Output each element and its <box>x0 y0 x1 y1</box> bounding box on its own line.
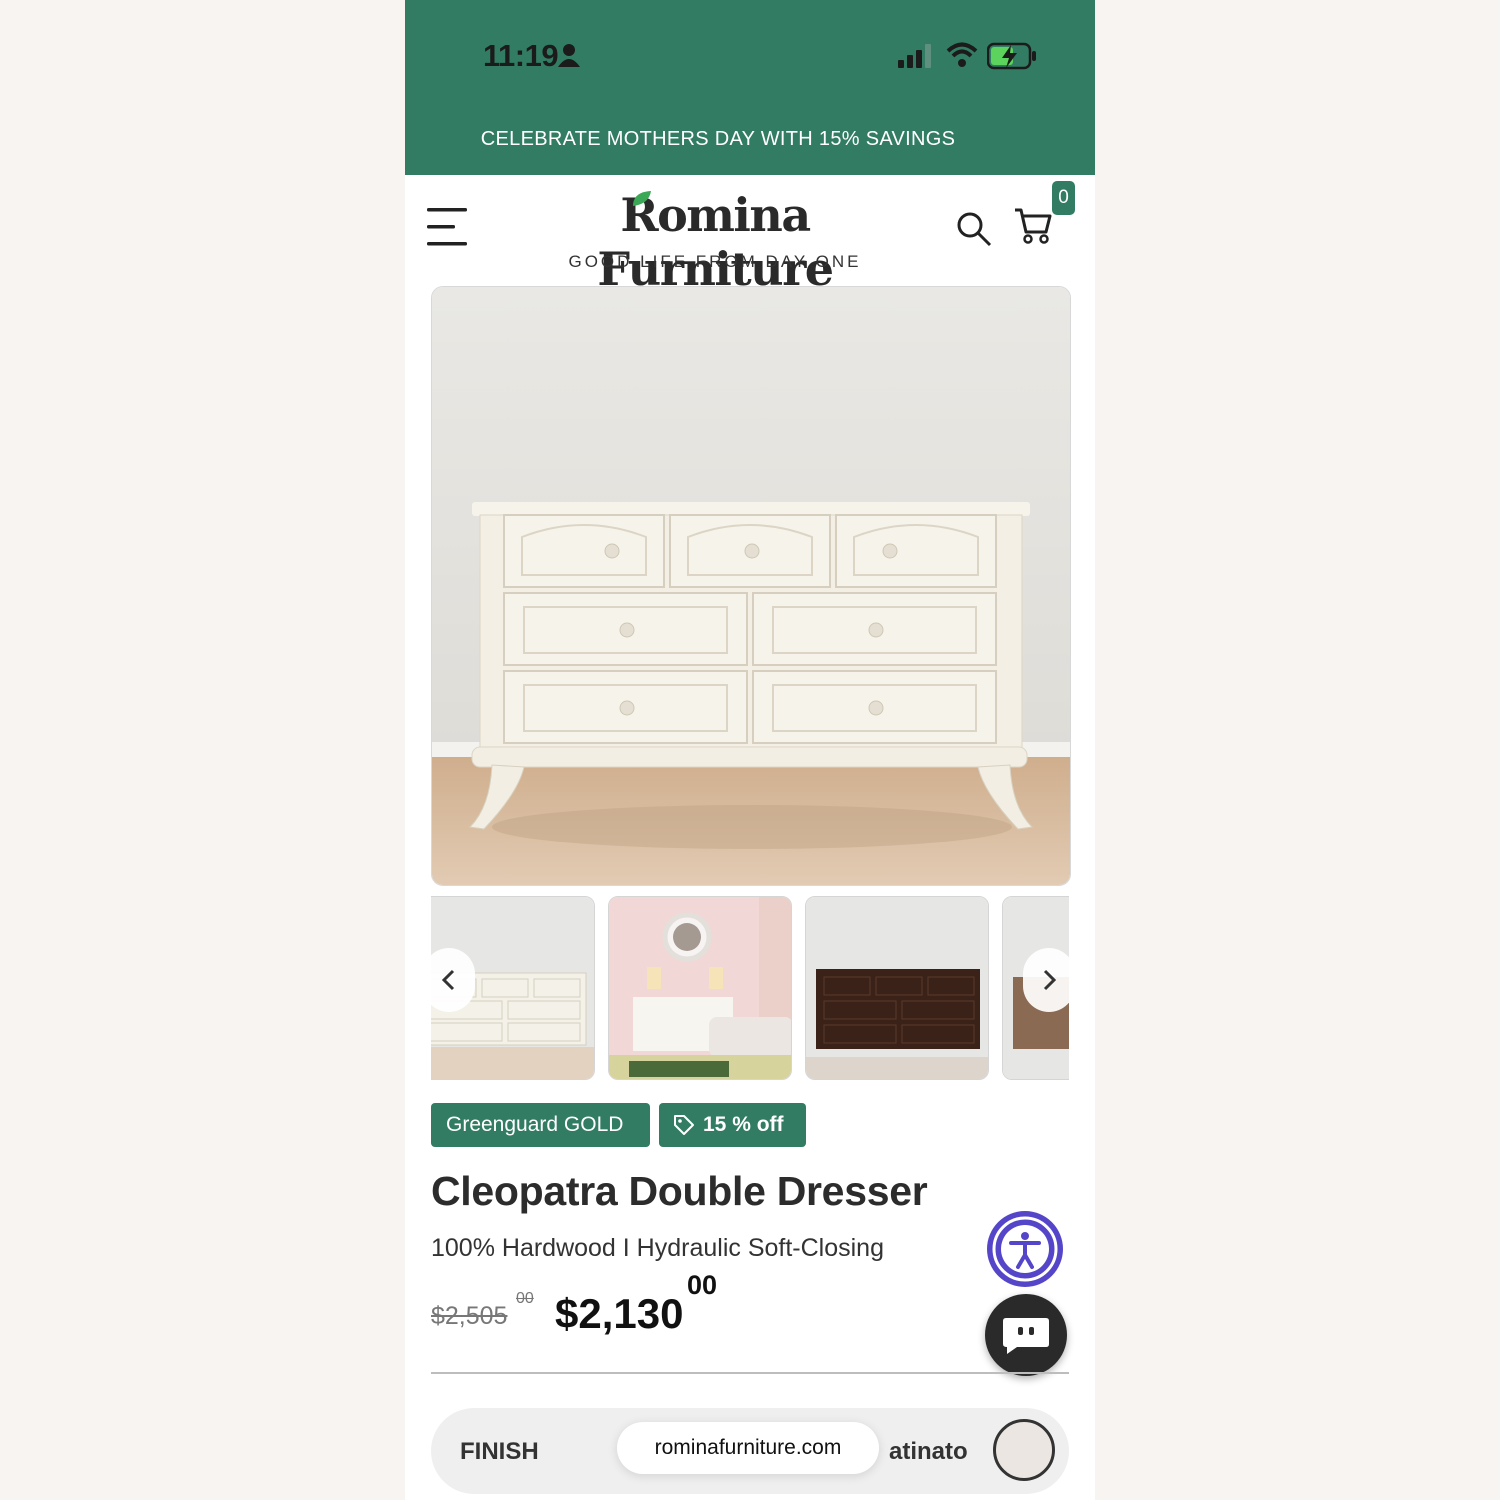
original-price: $2,505 <box>431 1302 508 1330</box>
thumbnail-strip <box>431 896 1069 1082</box>
chat-button[interactable] <box>985 1294 1067 1376</box>
thumbnail-2[interactable] <box>608 896 792 1080</box>
main-product-image[interactable] <box>431 286 1071 886</box>
discount-text: 15 % off <box>703 1113 784 1136</box>
thumbnail-3-image <box>806 897 988 1079</box>
status-time: 11:19 <box>483 38 559 73</box>
battery-icon <box>987 42 1036 70</box>
product-title: Cleopatra Double Dresser <box>431 1168 928 1214</box>
chevron-right-icon <box>1043 969 1057 991</box>
wifi-icon <box>946 42 978 67</box>
tag-icon <box>674 1115 694 1135</box>
discount-badge: 15 % off <box>659 1103 806 1147</box>
signal-icon <box>898 44 931 68</box>
chat-icon <box>1003 1318 1049 1354</box>
browser-url-bar[interactable]: rominafurniture.com <box>617 1422 879 1474</box>
chevron-left-icon <box>441 969 455 991</box>
product-subtitle: 100% Hardwood I Hydraulic Soft-Closing <box>431 1234 884 1262</box>
leaf-icon <box>633 191 651 206</box>
search-icon[interactable] <box>955 210 993 248</box>
menu-icon[interactable] <box>425 206 469 248</box>
finish-label: FINISH <box>460 1438 539 1465</box>
dresser-image <box>432 287 1070 885</box>
promo-banner[interactable]: CELEBRATE MOTHERS DAY WITH 15% SAVINGS <box>405 128 1031 151</box>
finish-swatch[interactable] <box>993 1419 1055 1481</box>
person-icon <box>558 44 580 67</box>
greenguard-badge: Greenguard GOLD <box>431 1103 650 1147</box>
original-price-cents: 00 <box>516 1290 534 1307</box>
thumbnail-2-image <box>609 897 791 1079</box>
prev-thumbnail-button[interactable] <box>431 948 475 1012</box>
thumbnail-3[interactable] <box>805 896 989 1080</box>
logo[interactable]: Romina Furniture <box>515 188 915 296</box>
accessibility-button[interactable] <box>987 1211 1063 1287</box>
cart-count-badge: 0 <box>1052 181 1075 215</box>
cart-icon[interactable] <box>1013 206 1053 246</box>
logo-tagline: GOOD LIFE FROM DAY ONE <box>568 252 862 271</box>
sale-price-cents: 00 <box>687 1270 718 1300</box>
accessibility-icon <box>992 1216 1058 1282</box>
sale-price: $2,130 <box>555 1290 684 1337</box>
next-thumbnail-button[interactable] <box>1023 948 1069 1012</box>
top-band: 11:19 CELEBRATE MOTHERS DAY WITH 15% SAV… <box>405 0 1095 175</box>
divider <box>431 1372 1069 1374</box>
finish-value: atinato <box>889 1438 968 1465</box>
phone-screen: 11:19 CELEBRATE MOTHERS DAY WITH 15% SAV… <box>405 0 1095 1500</box>
